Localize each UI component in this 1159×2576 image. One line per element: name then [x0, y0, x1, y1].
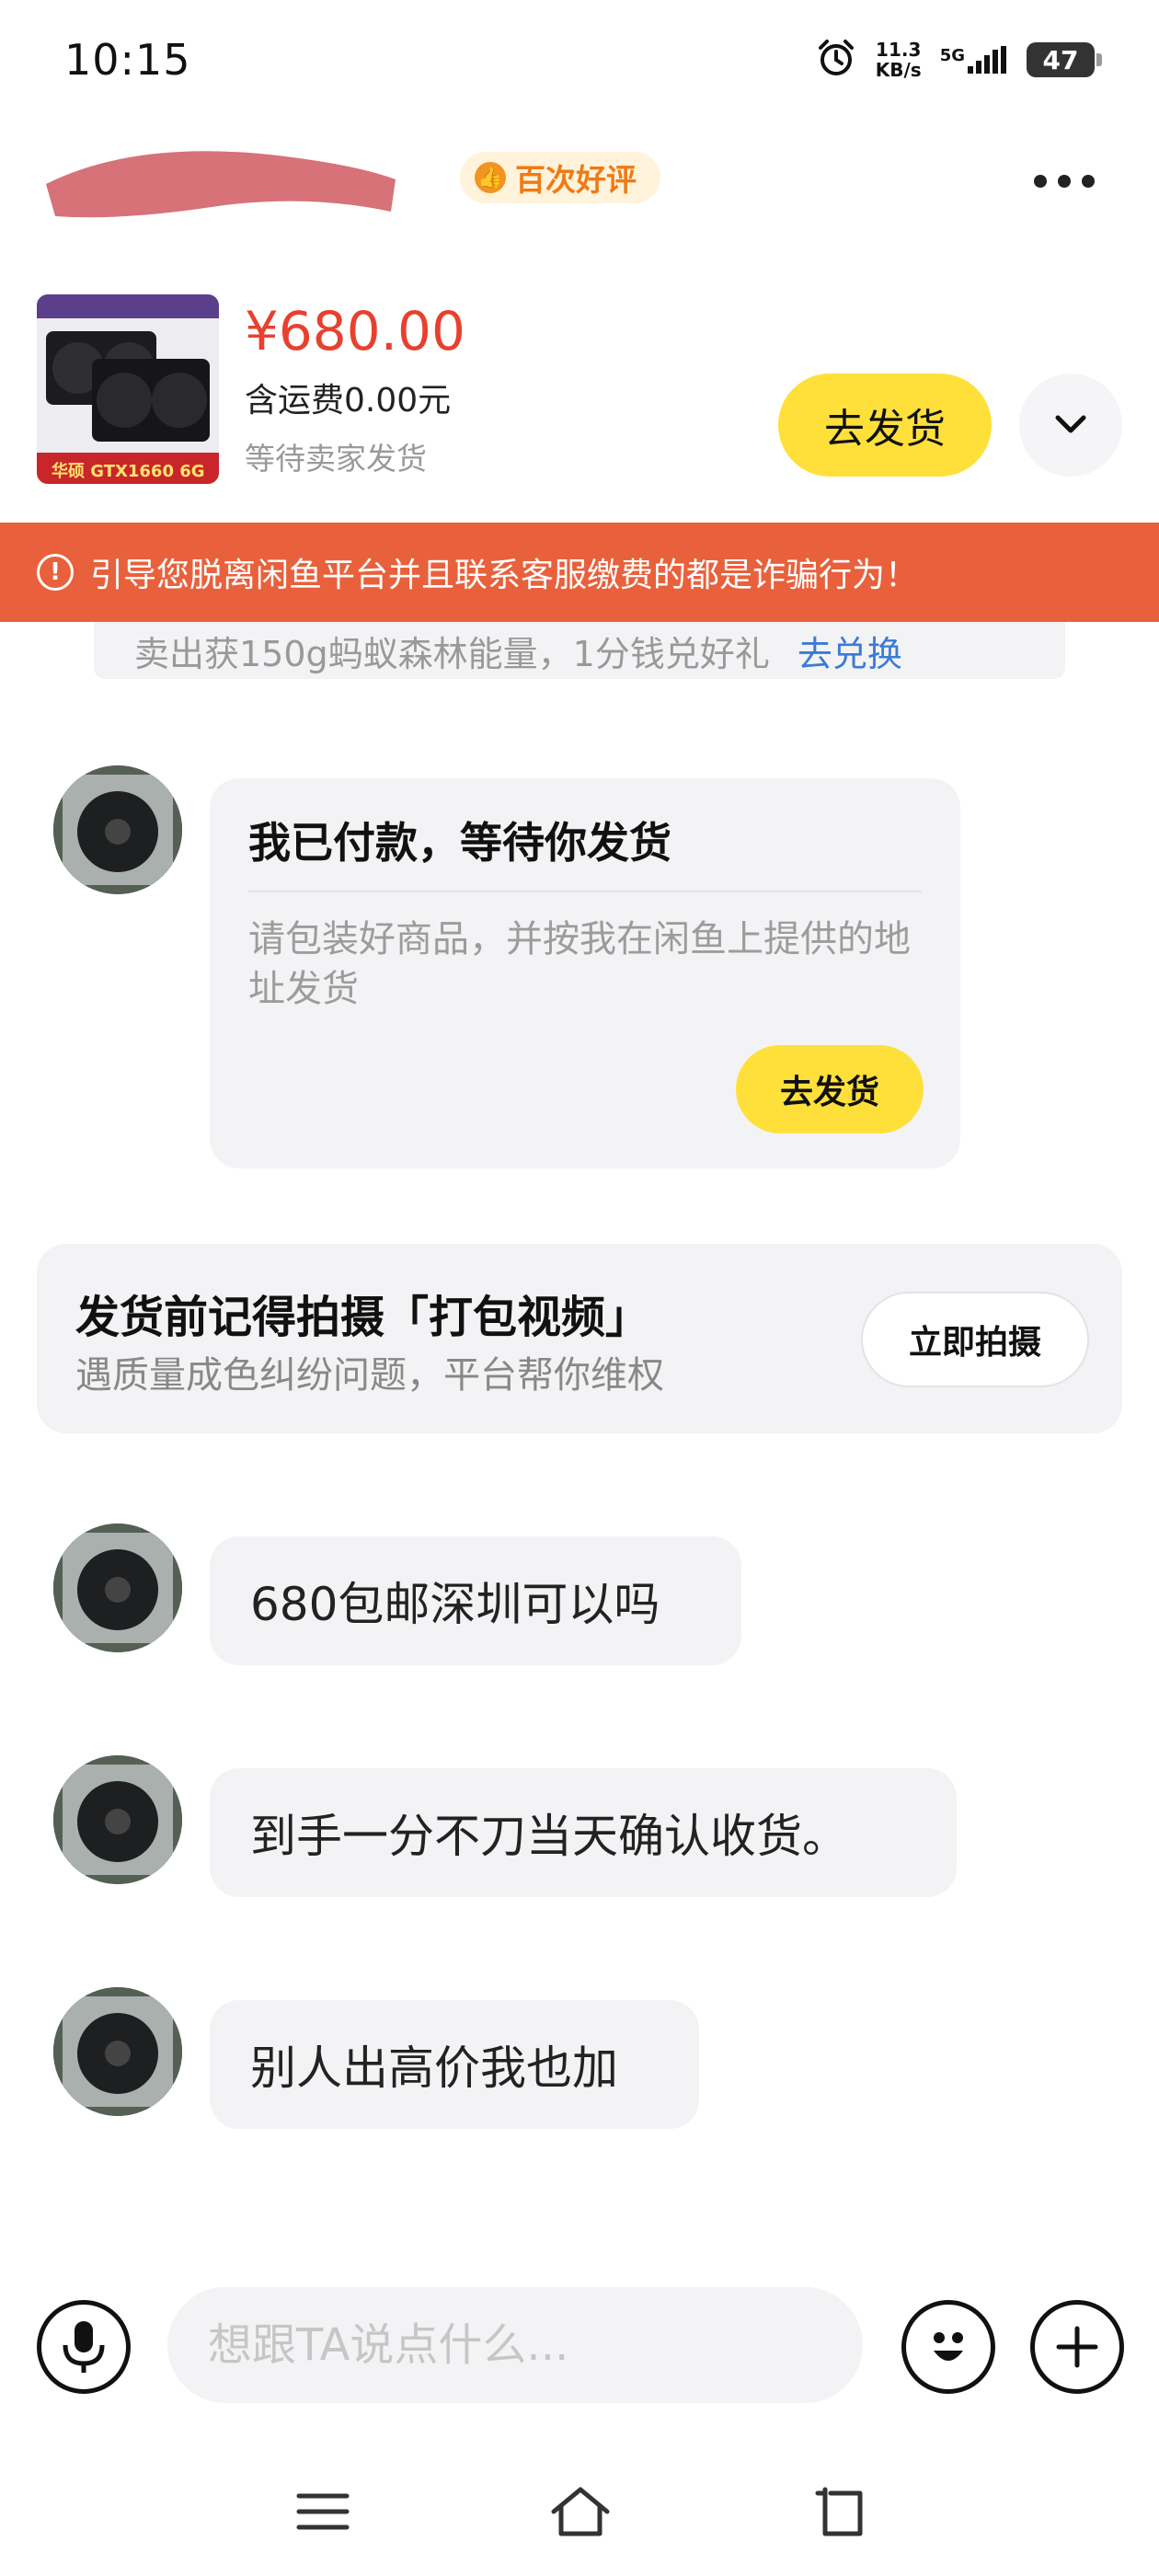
chat-message: 680包邮深圳可以吗 — [210, 1536, 741, 1665]
packing-video-reminder: 发货前记得拍摄「打包视频」 遇质量成色纠纷问题，平台帮你维权 立即拍摄 — [37, 1244, 1122, 1433]
product-price: ¥680.00 — [245, 300, 465, 362]
product-image-label: 华硕 GTX1660 6G — [52, 462, 205, 481]
avatar[interactable] — [53, 1524, 182, 1652]
microphone-icon — [63, 2321, 105, 2373]
dot-icon — [1058, 175, 1071, 188]
home-icon — [551, 2487, 610, 2536]
nav-back-button[interactable] — [806, 2484, 870, 2539]
order-status: 等待卖家发货 — [245, 441, 427, 477]
more-actions-button[interactable] — [1030, 2300, 1124, 2394]
collapse-button[interactable] — [1019, 374, 1122, 477]
reminder-title: 发货前记得拍摄「打包视频」 — [75, 1292, 650, 1343]
alarm-icon — [815, 37, 857, 83]
chat-message: 到手一分不刀当天确认收货。 — [210, 1768, 957, 1897]
product-thumbnail[interactable]: 华硕 GTX1660 6G — [37, 294, 219, 484]
payment-card-title: 我已付款，等待你发货 — [248, 818, 671, 868]
redacted-username — [46, 147, 414, 218]
battery-icon: 47 — [1027, 42, 1102, 77]
payment-card: 我已付款，等待你发货 请包装好商品，并按我在闲鱼上提供的地址发货 去发货 — [210, 778, 960, 1168]
avatar[interactable] — [53, 1987, 182, 2116]
voice-input-button[interactable] — [37, 2300, 131, 2394]
promo-bar: 卖出获150g蚂蚁森林能量，1分钱兑好礼 去兑换 — [94, 622, 1065, 679]
payment-card-description: 请包装好商品，并按我在闲鱼上提供的地址发货 — [248, 918, 911, 1010]
signal-icon: 5G — [940, 46, 1008, 74]
chevron-down-icon — [1055, 415, 1086, 433]
dot-icon — [1082, 175, 1095, 188]
dot-icon — [1034, 175, 1047, 188]
smiley-icon — [934, 2332, 963, 2361]
shipping-fee: 含运费0.00元 — [245, 382, 452, 420]
promo-text: 卖出获150g蚂蚁森林能量，1分钱兑好礼 — [134, 633, 770, 674]
plus-icon — [1056, 2326, 1098, 2368]
nav-home-button[interactable] — [548, 2484, 613, 2539]
thumbs-up-icon: 👍 — [475, 162, 506, 193]
back-icon — [815, 2487, 863, 2536]
payment-ship-button[interactable]: 去发货 — [736, 1045, 924, 1133]
nav-menu-button[interactable] — [291, 2484, 355, 2539]
warning-text: 引导您脱离闲鱼平台并且联系客服缴费的都是诈骗行为！ — [90, 557, 919, 594]
warning-icon: ! — [37, 554, 74, 591]
reminder-subtitle: 遇质量成色纠纷问题，平台帮你维权 — [75, 1354, 664, 1397]
chat-message: 别人出高价我也加 — [210, 2000, 699, 2129]
more-options-button[interactable] — [1034, 175, 1095, 188]
review-badge: 👍 百次好评 — [460, 152, 660, 203]
avatar[interactable] — [53, 765, 182, 894]
fraud-warning-banner: ! 引导您脱离闲鱼平台并且联系客服缴费的都是诈骗行为！ — [0, 523, 1159, 622]
divider — [248, 891, 922, 892]
menu-icon — [296, 2493, 350, 2530]
status-icons: 11.3 KB/s 5G 47 — [815, 37, 1102, 83]
avatar[interactable] — [53, 1755, 182, 1884]
record-now-button[interactable]: 立即拍摄 — [861, 1292, 1089, 1387]
status-time: 10:15 — [64, 35, 191, 85]
message-input[interactable] — [167, 2287, 863, 2403]
network-speed: 11.3 KB/s — [875, 39, 922, 81]
promo-redeem-link[interactable]: 去兑换 — [798, 626, 902, 676]
emoji-button[interactable] — [901, 2300, 995, 2394]
ship-button[interactable]: 去发货 — [778, 374, 992, 477]
